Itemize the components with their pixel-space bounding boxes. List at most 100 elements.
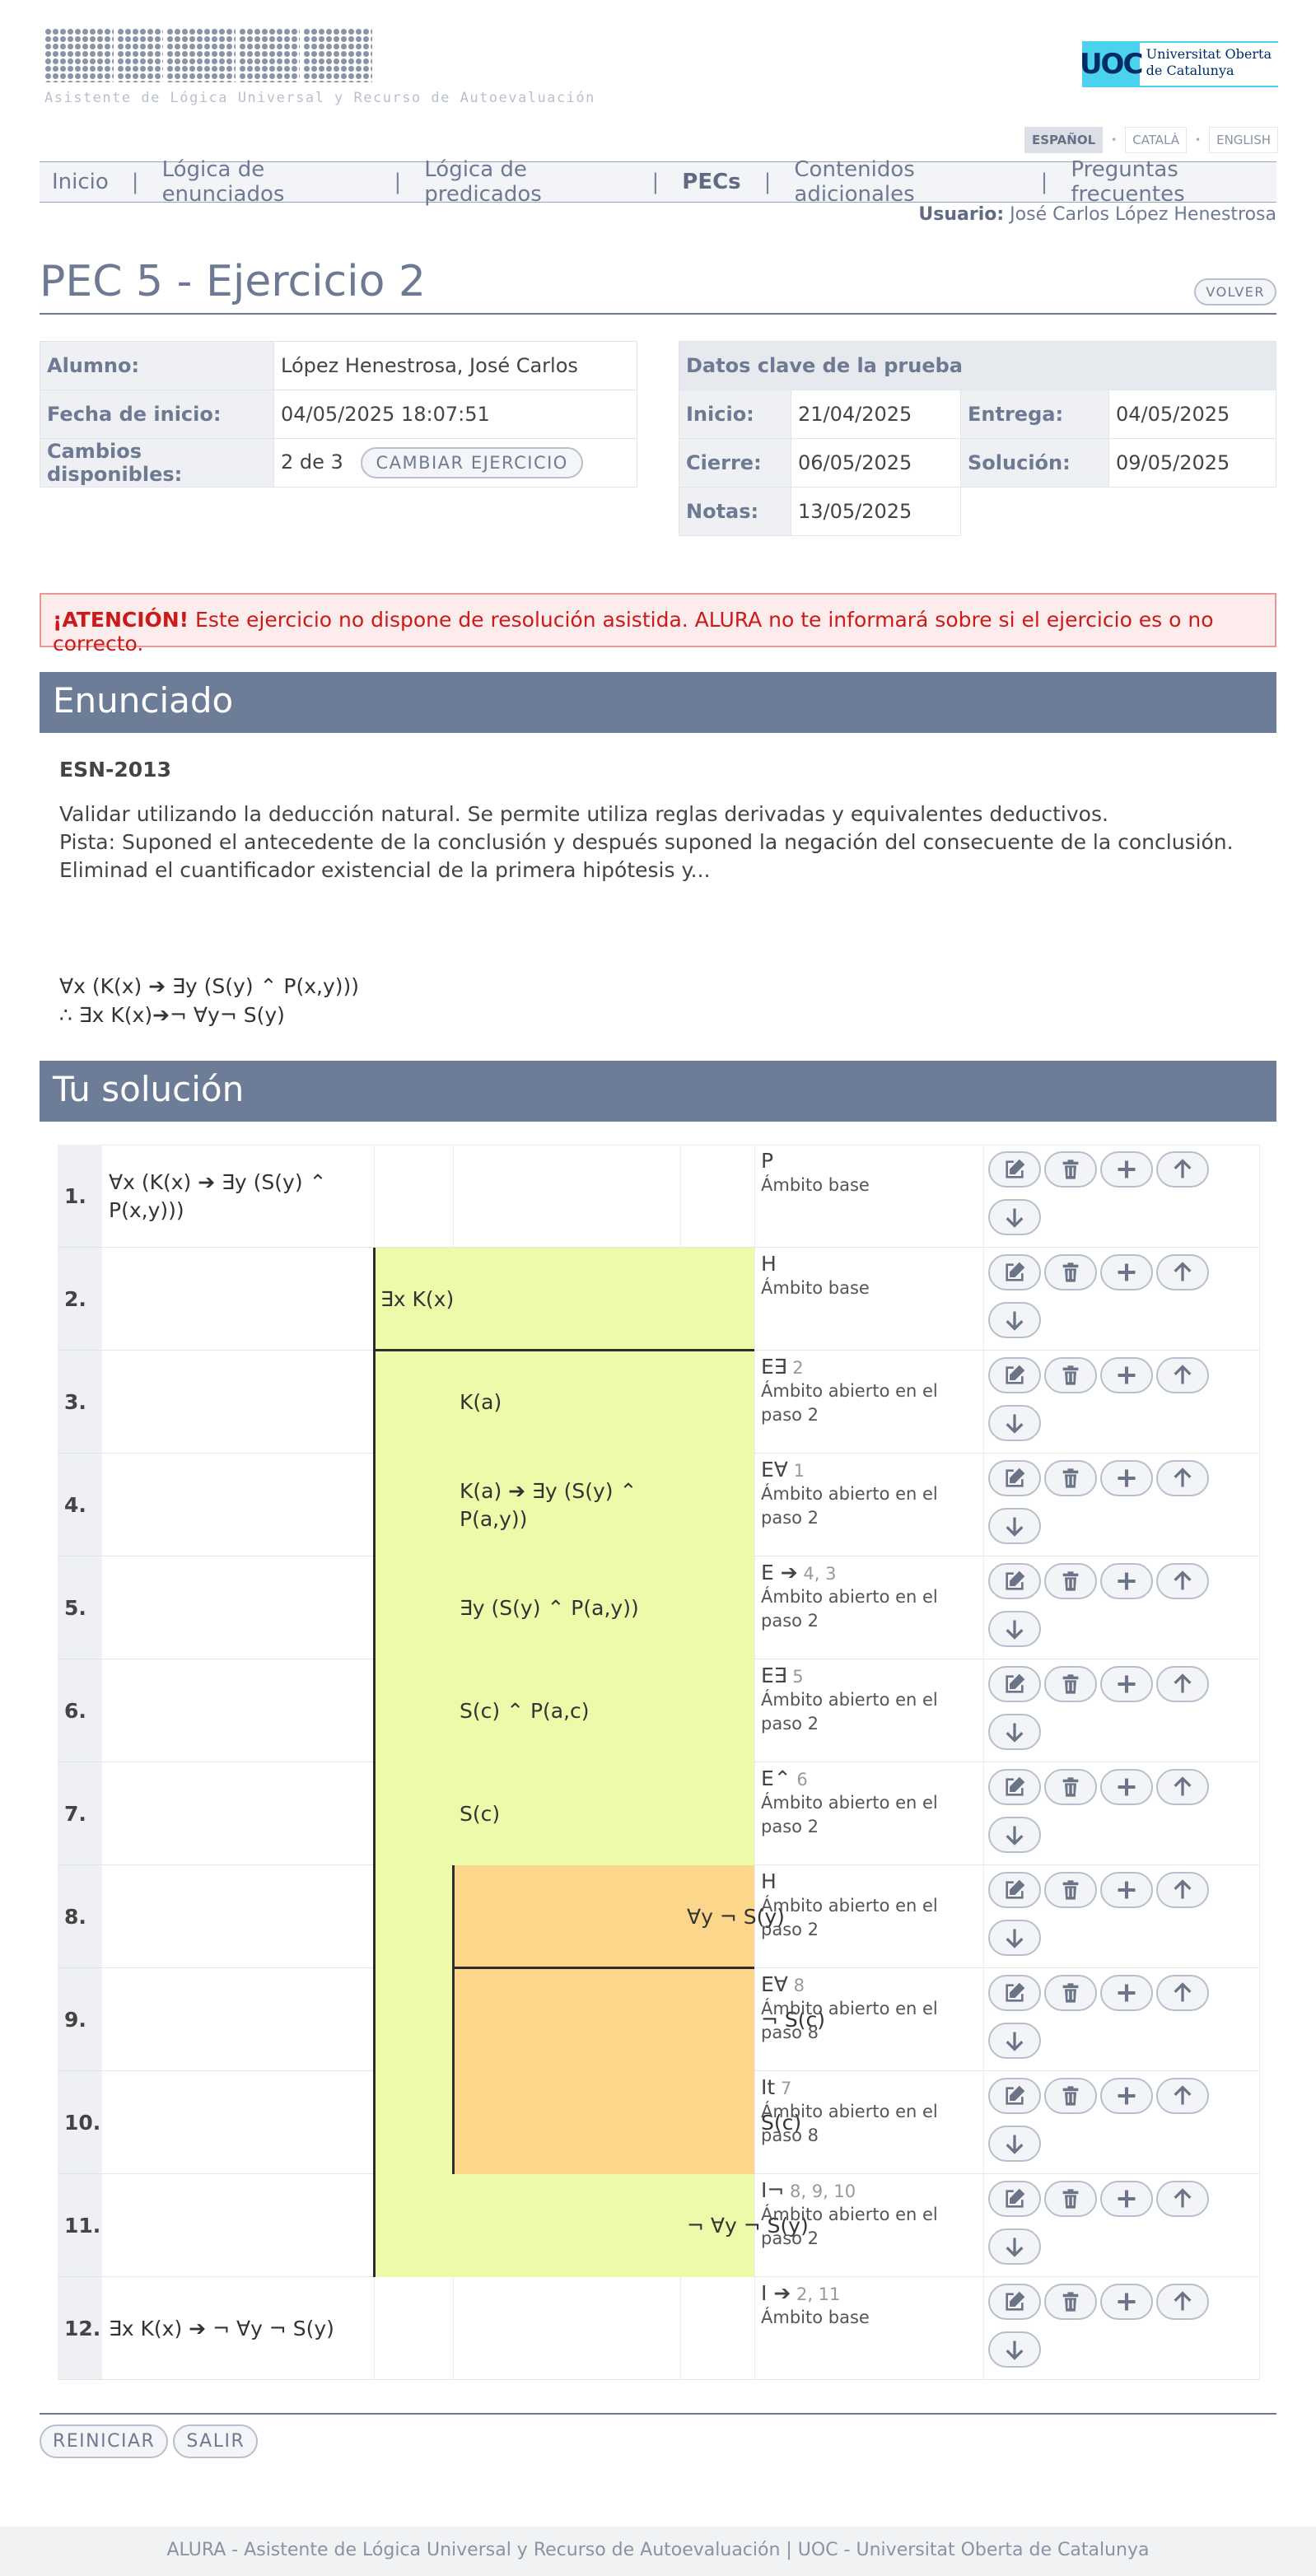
uoc-logo-mark: UOC bbox=[1080, 41, 1143, 87]
change-exercise-button[interactable]: CAMBIAR EJERCICIO bbox=[361, 447, 583, 478]
nav-contenidos-adicionales[interactable]: Contenidos adicionales bbox=[794, 157, 1017, 207]
line-number: 1. bbox=[58, 1145, 102, 1248]
move-up-button[interactable] bbox=[1156, 1563, 1209, 1599]
edit-button[interactable] bbox=[988, 1769, 1041, 1805]
line-number: 11. bbox=[58, 2174, 102, 2277]
alura-logo: Asistente de Lógica Universal y Recurso … bbox=[44, 28, 595, 106]
move-up-button[interactable] bbox=[1156, 1254, 1209, 1290]
rule-name: E∃ bbox=[761, 1664, 787, 1687]
move-up-button[interactable] bbox=[1156, 1872, 1209, 1908]
move-up-button[interactable] bbox=[1156, 1151, 1209, 1188]
move-down-button[interactable] bbox=[988, 1507, 1041, 1544]
edit-button[interactable] bbox=[988, 1254, 1041, 1290]
edit-button[interactable] bbox=[988, 1357, 1041, 1393]
row-actions bbox=[983, 1248, 1260, 1351]
nav-pecs[interactable]: PECs bbox=[682, 170, 740, 194]
delete-button[interactable] bbox=[1044, 1975, 1097, 2011]
rule-line: E∀ 8 bbox=[761, 1973, 977, 1997]
move-down-button[interactable] bbox=[988, 2125, 1041, 2162]
edit-icon bbox=[1003, 2290, 1026, 2313]
delete-button[interactable] bbox=[1044, 1769, 1097, 1805]
move-down-button[interactable] bbox=[988, 2022, 1041, 2059]
solution-table: 1. ∀x (K(x) ➔ ∃y (S(y) ⌃ P(x,y))) P Ámbito … bbox=[58, 1145, 1260, 2382]
arrow-up-icon bbox=[1171, 1878, 1194, 1902]
edit-icon bbox=[1003, 2187, 1026, 2210]
move-up-button[interactable] bbox=[1156, 2284, 1209, 2320]
move-down-button[interactable] bbox=[988, 1301, 1041, 1338]
move-down-button[interactable] bbox=[988, 1713, 1041, 1750]
lang-english[interactable]: ENGLISH bbox=[1209, 127, 1278, 153]
line-number: 7. bbox=[58, 1762, 102, 1865]
lang-catala[interactable]: CATALÀ bbox=[1125, 127, 1188, 153]
delete-button[interactable] bbox=[1044, 1460, 1097, 1496]
cierre-label: Cierre: bbox=[679, 438, 791, 488]
edit-button[interactable] bbox=[988, 2078, 1041, 2114]
add-line-button[interactable] bbox=[1100, 1151, 1153, 1188]
add-line-button[interactable] bbox=[1100, 2181, 1153, 2217]
restart-button[interactable]: REINICIAR bbox=[40, 2424, 169, 2458]
add-line-button[interactable] bbox=[1100, 2284, 1153, 2320]
line-number: 6. bbox=[58, 1659, 102, 1762]
move-down-button[interactable] bbox=[988, 1610, 1041, 1647]
edit-button[interactable] bbox=[988, 2284, 1041, 2320]
exit-button[interactable]: SALIR bbox=[173, 2424, 259, 2458]
delete-button[interactable] bbox=[1044, 2181, 1097, 2217]
add-line-button[interactable] bbox=[1100, 1460, 1153, 1496]
edit-button[interactable] bbox=[988, 2181, 1041, 2217]
move-down-button[interactable] bbox=[988, 2228, 1041, 2265]
justification: H Ámbito base bbox=[754, 1248, 983, 1351]
back-button[interactable]: VOLVER bbox=[1194, 278, 1276, 306]
delete-button[interactable] bbox=[1044, 2078, 1097, 2114]
move-up-button[interactable] bbox=[1156, 1975, 1209, 2011]
nav-logica-enunciados[interactable]: Lógica de enunciados bbox=[162, 157, 371, 207]
edit-button[interactable] bbox=[988, 1666, 1041, 1702]
edit-button[interactable] bbox=[988, 1151, 1041, 1188]
edit-button[interactable] bbox=[988, 1975, 1041, 2011]
delete-button[interactable] bbox=[1044, 1666, 1097, 1702]
move-up-button[interactable] bbox=[1156, 1666, 1209, 1702]
move-up-button[interactable] bbox=[1156, 1769, 1209, 1805]
nav-preguntas-frecuentes[interactable]: Preguntas frecuentes bbox=[1071, 157, 1276, 207]
nav-inicio[interactable]: Inicio bbox=[52, 170, 109, 194]
add-line-button[interactable] bbox=[1100, 1666, 1153, 1702]
edit-button[interactable] bbox=[988, 1563, 1041, 1599]
statement-conclusion: ∴ ∃x K(x)➔¬ ∀y¬ S(y) bbox=[59, 1003, 285, 1027]
delete-button[interactable] bbox=[1044, 1254, 1097, 1290]
delete-button[interactable] bbox=[1044, 1872, 1097, 1908]
delete-button[interactable] bbox=[1044, 1357, 1097, 1393]
move-up-button[interactable] bbox=[1156, 2078, 1209, 2114]
add-line-button[interactable] bbox=[1100, 1975, 1153, 2011]
footer: ALURA - Asistente de Lógica Universal y … bbox=[0, 2527, 1316, 2576]
plus-icon bbox=[1115, 2290, 1138, 2313]
add-line-button[interactable] bbox=[1100, 1563, 1153, 1599]
arrow-down-icon bbox=[1003, 2338, 1026, 2361]
nav-logica-predicados[interactable]: Lógica de predicados bbox=[424, 157, 628, 207]
inicio-label: Inicio: bbox=[679, 390, 791, 439]
trash-icon bbox=[1059, 1467, 1082, 1490]
add-line-button[interactable] bbox=[1100, 1769, 1153, 1805]
cierre-value: 06/05/2025 bbox=[791, 438, 961, 488]
move-down-button[interactable] bbox=[988, 1919, 1041, 1956]
delete-button[interactable] bbox=[1044, 1151, 1097, 1188]
move-down-button[interactable] bbox=[988, 1404, 1041, 1441]
add-line-button[interactable] bbox=[1100, 1872, 1153, 1908]
move-down-button[interactable] bbox=[988, 1198, 1041, 1235]
move-down-button[interactable] bbox=[988, 1816, 1041, 1853]
add-line-button[interactable] bbox=[1100, 1254, 1153, 1290]
move-up-button[interactable] bbox=[1156, 2181, 1209, 2217]
edit-button[interactable] bbox=[988, 1460, 1041, 1496]
delete-button[interactable] bbox=[1044, 1563, 1097, 1599]
formula: S(c) ⌃ P(a,c) bbox=[460, 1698, 590, 1723]
lang-espanol[interactable]: ESPAÑOL bbox=[1024, 127, 1104, 153]
delete-button[interactable] bbox=[1044, 2284, 1097, 2320]
solucion-label: Solución: bbox=[960, 438, 1109, 488]
add-line-button[interactable] bbox=[1100, 1357, 1153, 1393]
move-up-button[interactable] bbox=[1156, 1357, 1209, 1393]
scope-label: Ámbito abierto en el paso 2 bbox=[761, 1381, 938, 1425]
rule-name: E ➔ bbox=[761, 1561, 798, 1584]
edit-button[interactable] bbox=[988, 1872, 1041, 1908]
move-down-button[interactable] bbox=[988, 2331, 1041, 2368]
move-up-button[interactable] bbox=[1156, 1460, 1209, 1496]
add-line-button[interactable] bbox=[1100, 2078, 1153, 2114]
arrow-down-icon bbox=[1003, 2029, 1026, 2052]
